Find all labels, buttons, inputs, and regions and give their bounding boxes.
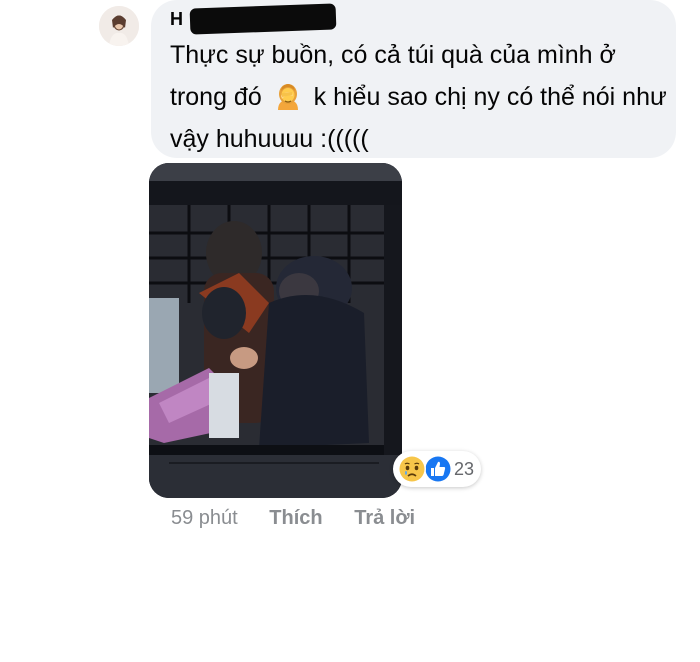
- sad-reaction-icon: [397, 454, 427, 484]
- like-reaction-icon: [423, 454, 453, 484]
- comment-timestamp[interactable]: 59 phút: [171, 503, 238, 533]
- redaction-mark: [189, 3, 337, 35]
- woman-facepalming-icon: [273, 81, 303, 111]
- avatar-image: [99, 6, 139, 46]
- reaction-count: 23: [454, 459, 475, 479]
- like-button[interactable]: Thích: [269, 503, 322, 533]
- avatar[interactable]: [99, 6, 139, 46]
- photo-people-behind-window[interactable]: [149, 163, 402, 498]
- reply-button[interactable]: Trả lời: [354, 503, 415, 533]
- comment-actions: 59 phút Thích Trả lời: [171, 503, 415, 533]
- reactions-summary[interactable]: 23: [393, 451, 481, 487]
- comment-text: Thực sự buồn, có cả túi quà của mình ở t…: [170, 34, 670, 160]
- attached-photo: [149, 163, 402, 498]
- comment-screenshot: H Thực sự buồn, có cả túi quà của mình ở…: [0, 0, 700, 662]
